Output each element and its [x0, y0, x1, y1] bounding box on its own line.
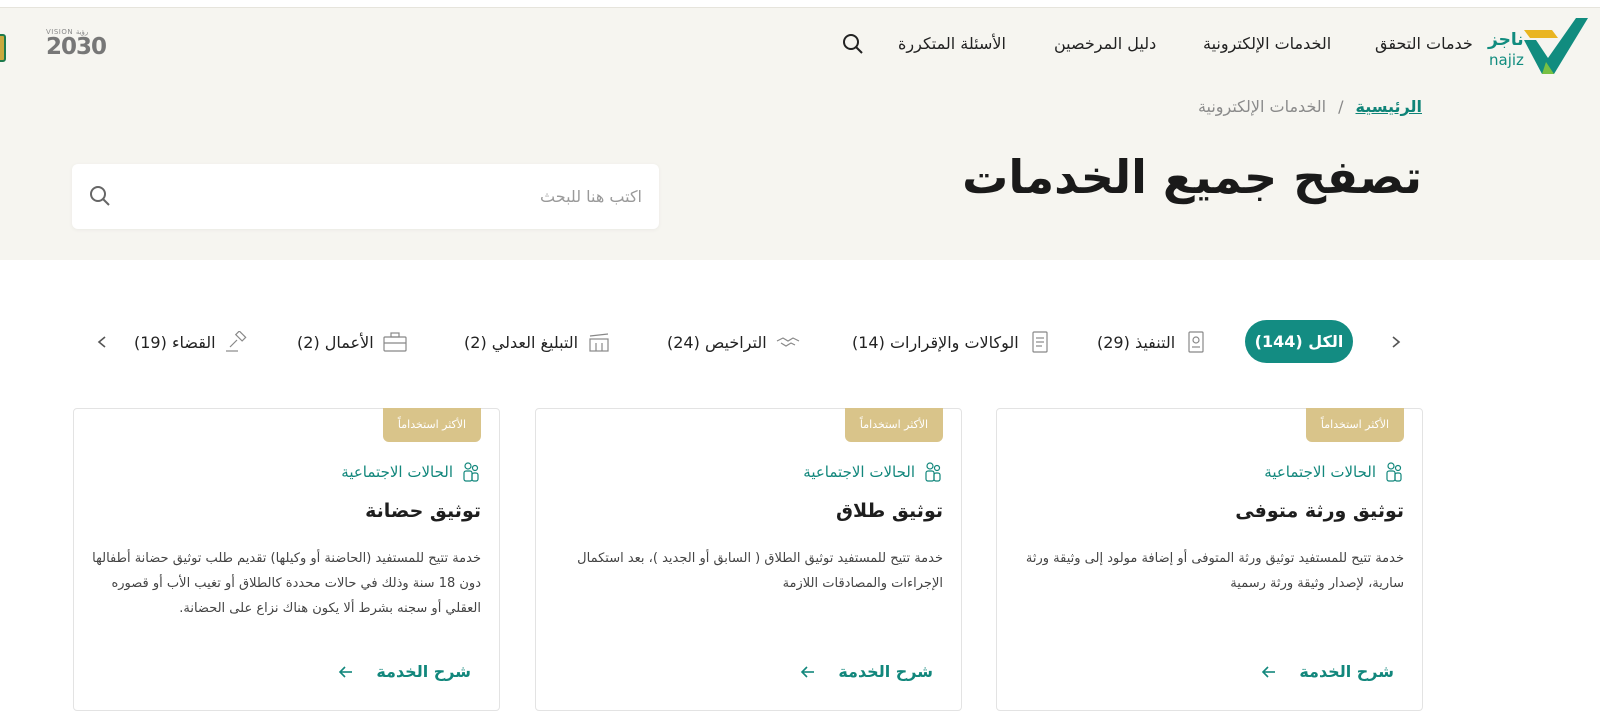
document-seal-icon — [1188, 331, 1204, 353]
najiz-check-icon — [1524, 18, 1588, 74]
tab-business[interactable]: الأعمال (2) — [297, 331, 408, 353]
family-icon — [463, 462, 479, 482]
vision-2030-logo: VISION رؤية 2030 — [46, 28, 107, 68]
najiz-logo-ar: ناجز — [1488, 30, 1524, 50]
family-icon — [925, 462, 941, 482]
top-divider — [0, 7, 1600, 8]
service-category: الحالات الاجتماعية — [803, 461, 943, 483]
category-label: الحالات الاجتماعية — [1264, 463, 1376, 481]
search-icon[interactable] — [842, 33, 864, 55]
nav-licensees-guide[interactable]: دليل المرخصين — [1054, 34, 1156, 53]
breadcrumb-separator: / — [1338, 97, 1344, 116]
category-label: الحالات الاجتماعية — [803, 463, 915, 481]
tab-label: القضاء (19) — [134, 332, 216, 352]
briefcase-icon — [383, 332, 407, 352]
tab-agencies[interactable]: الوكالات والإقرارات (14) — [852, 331, 1053, 353]
tab-label: التنفيذ (29) — [1097, 332, 1176, 352]
service-card-custody[interactable]: الأكثر استخداماً الحالات الاجتماعية توثي… — [73, 408, 500, 711]
service-title: توثيق حضانة — [365, 500, 481, 522]
tab-label: الوكالات والإقرارات (14) — [852, 332, 1019, 352]
details-label: شرح الخدمة — [1299, 662, 1394, 681]
most-used-badge: الأكثر استخداماً — [383, 408, 481, 442]
breadcrumb: الرئيسية / الخدمات الإلكترونية — [1198, 97, 1422, 116]
service-details-link[interactable]: شرح الخدمة — [338, 662, 471, 681]
service-title: توثيق ورثة متوفى — [1235, 500, 1404, 522]
service-description: خدمة تتيح للمستفيد (الحاضنة أو وكيلها) ت… — [92, 551, 481, 616]
building-icon — [589, 333, 609, 352]
arrow-left-icon — [1262, 665, 1276, 678]
search-input[interactable] — [132, 164, 642, 229]
service-details-link[interactable]: شرح الخدمة — [1261, 662, 1394, 681]
handshake-icon — [776, 337, 799, 347]
arrow-left-icon — [339, 665, 353, 678]
tab-label: التراخيص (24) — [667, 332, 767, 352]
details-label: شرح الخدمة — [376, 662, 471, 681]
service-description: خدمة تتيح للمستفيد توثيق ورثة المتوفى أو… — [1025, 551, 1404, 591]
ministry-emblem-icon — [0, 34, 6, 62]
tab-execution[interactable]: التنفيذ (29) — [1097, 331, 1209, 353]
service-card-divorce[interactable]: الأكثر استخداماً الحالات الاجتماعية توثي… — [535, 408, 962, 711]
details-label: شرح الخدمة — [838, 662, 933, 681]
tab-all[interactable]: الكل (144) — [1245, 320, 1353, 363]
service-category: الحالات الاجتماعية — [1264, 461, 1404, 483]
tab-judicial-notification[interactable]: التبليغ العدلي (2) — [464, 331, 612, 353]
tab-label: التبليغ العدلي (2) — [464, 332, 579, 352]
breadcrumb-current: الخدمات الإلكترونية — [1197, 97, 1327, 116]
search-box — [72, 164, 659, 229]
vision-year: 2030 — [46, 34, 107, 60]
breadcrumb-home[interactable]: الرئيسية — [1356, 97, 1423, 116]
nav-e-services[interactable]: الخدمات الإلكترونية — [1203, 34, 1331, 53]
service-details-link[interactable]: شرح الخدمة — [800, 662, 933, 681]
chevron-left-icon[interactable] — [92, 331, 112, 353]
chevron-right-icon[interactable] — [1386, 331, 1406, 353]
document-list-icon — [1032, 331, 1048, 353]
service-card-heirs[interactable]: الأكثر استخداماً الحالات الاجتماعية توثي… — [996, 408, 1423, 711]
service-category: الحالات الاجتماعية — [341, 461, 481, 483]
tab-label: الأعمال (2) — [297, 332, 374, 352]
category-label: الحالات الاجتماعية — [341, 463, 453, 481]
najiz-logo[interactable]: ناجز najiz — [1488, 18, 1590, 74]
service-title: توثيق طلاق — [836, 500, 943, 522]
most-used-badge: الأكثر استخداماً — [845, 408, 943, 442]
nav-verification-services[interactable]: خدمات التحقق — [1375, 34, 1473, 53]
nav-faq[interactable]: الأسئلة المتكررة — [898, 34, 1006, 53]
arrow-left-icon — [801, 665, 815, 678]
najiz-logo-en: najiz — [1489, 51, 1524, 69]
family-icon — [1386, 462, 1402, 482]
most-used-badge: الأكثر استخداماً — [1306, 408, 1404, 442]
gavel-icon — [225, 331, 247, 352]
tab-judiciary[interactable]: القضاء (19) — [134, 331, 250, 353]
service-description: خدمة تتيح للمستفيد توثيق الطلاق ( السابق… — [577, 551, 943, 591]
search-field-icon[interactable] — [88, 184, 112, 208]
page-title: تصفح جميع الخدمات — [962, 150, 1422, 204]
tab-licenses[interactable]: التراخيص (24) — [667, 331, 801, 353]
